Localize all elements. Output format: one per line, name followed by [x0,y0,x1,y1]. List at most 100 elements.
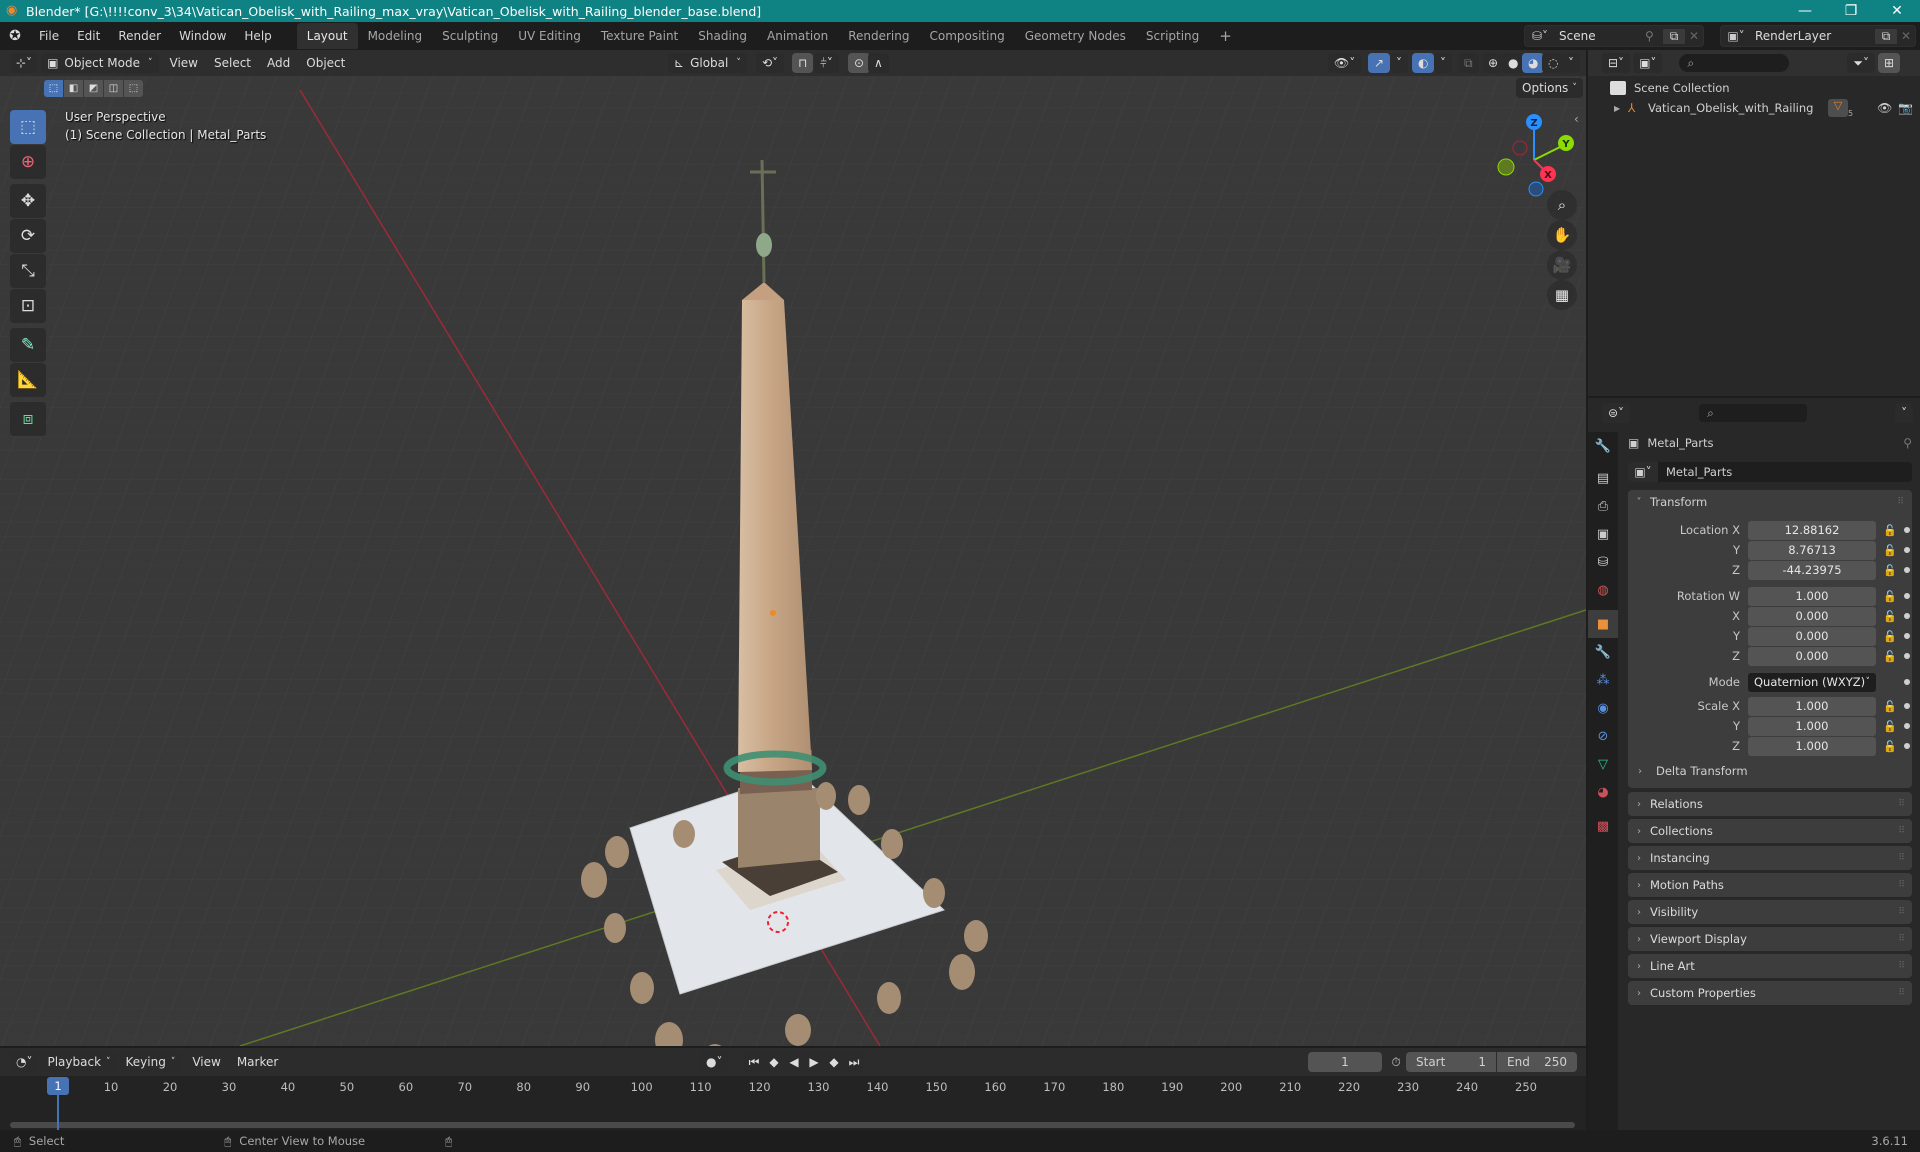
menu-help[interactable]: Help [235,23,280,49]
lock-icon[interactable]: 🔓 [1880,700,1900,713]
rotate-tool[interactable]: ⟳ [10,219,46,253]
tab-texture[interactable]: ▩ [1588,812,1618,840]
minimize-button[interactable]: — [1782,0,1828,22]
visibility-eye-icon[interactable]: 👁 [1877,101,1892,115]
tab-output[interactable]: ⎙ [1588,492,1618,520]
measure-tool[interactable]: 📐 [10,363,46,397]
options-dropdown[interactable]: Options ˅ [1516,78,1583,98]
start-frame-field[interactable]: Start 1 [1406,1052,1496,1072]
scene-name[interactable]: Scene [1555,29,1645,43]
panel-relations[interactable]: › Relations ⠿ [1628,792,1912,816]
outliner[interactable]: ⊟˅ ▣˅ ⌕ ⏷˅ ⊞ Scene Collection ▶ ⅄ Vatica… [1588,50,1920,396]
pan-view-button[interactable]: ✋ [1547,220,1577,250]
panel-collections[interactable]: › Collections ⠿ [1628,819,1912,843]
tab-world[interactable]: ◍ [1588,576,1618,604]
transform-panel-header[interactable]: ˅ Transform ⠿ [1628,490,1912,514]
add-workspace-button[interactable]: + [1209,23,1242,49]
proportional-edit-toggle[interactable]: ⊙ [848,53,871,73]
expand-arrow-icon[interactable]: ▶ [1614,104,1628,113]
lock-icon[interactable]: 🔓 [1880,564,1900,577]
play-button[interactable]: ▶ [804,1055,824,1069]
menu-select[interactable]: Select [206,56,259,70]
panel-custom-properties[interactable]: › Custom Properties ⠿ [1628,981,1912,1005]
display-mode-dropdown[interactable]: ▣˅ [1633,53,1663,73]
object-type-dropdown[interactable]: ▣˅ [1628,462,1658,482]
keyframe-dot-icon[interactable] [1904,527,1910,533]
tab-view-layer[interactable]: ▣ [1588,520,1618,548]
drag-grip-icon[interactable]: ⠿ [1898,907,1905,917]
keyframe-dot-icon[interactable] [1904,743,1910,749]
jump-end-button[interactable]: ⏭ [844,1055,864,1070]
scale-z-field[interactable]: 1.000 [1748,736,1876,756]
rotation-z-field[interactable]: 0.000 [1748,646,1876,666]
drag-grip-icon[interactable]: ⠿ [1898,799,1905,809]
panel-motion-paths[interactable]: › Motion Paths ⠿ [1628,873,1912,897]
select-intersect-icon[interactable]: ⬚ [124,80,143,97]
menu-playback[interactable]: Playback ˅ [41,1052,117,1072]
object-datablock-field[interactable]: ▣˅ Metal_Parts [1628,462,1912,482]
menu-window[interactable]: Window [170,23,235,49]
keyframe-dot-icon[interactable] [1904,723,1910,729]
menu-add[interactable]: Add [259,56,298,70]
pivot-point-dropdown[interactable]: ⟲˅ [756,53,785,73]
playhead-frame-indicator[interactable]: 1 [47,1077,69,1095]
lock-icon[interactable]: 🔓 [1880,524,1900,537]
camera-view-button[interactable]: 🎥 [1547,250,1577,280]
drag-grip-icon[interactable]: ⠿ [1898,826,1905,836]
scale-tool[interactable]: ⤡ [10,254,46,288]
keyframe-dot-icon[interactable] [1904,703,1910,709]
outliner-search-field[interactable]: ⌕ [1679,54,1790,72]
play-reverse-button[interactable]: ◀ [784,1055,804,1069]
transform-tool[interactable]: ⊡ [10,289,46,323]
ortho-toggle-button[interactable]: ▦ [1547,280,1577,310]
snap-target-dropdown[interactable]: ⫩˅ [814,53,839,73]
tab-texture-paint[interactable]: Texture Paint [591,23,688,49]
select-subtract-icon[interactable]: ◩ [84,80,103,97]
render-camera-icon[interactable]: 📷 [1898,101,1913,115]
tab-render[interactable]: ▤ [1588,464,1618,492]
tab-uv-editing[interactable]: UV Editing [508,23,591,49]
properties-editor[interactable]: ⊜˅ ⌕ ˅ ▣ Metal_Parts ⚲ ▣˅ Metal_Parts ˅ … [1588,398,1920,1132]
filter-dropdown[interactable]: ⏷˅ [1847,53,1876,73]
panel-visibility[interactable]: › Visibility ⠿ [1628,900,1912,924]
annotate-tool[interactable]: ✎ [10,328,46,362]
menu-edit[interactable]: Edit [68,23,109,49]
mode-dropdown[interactable]: ▣ Object Mode ˅ [41,53,159,73]
drag-grip-icon[interactable]: ⠿ [1898,853,1905,863]
drag-grip-icon[interactable]: ⠿ [1897,497,1904,507]
jump-start-button[interactable]: ⏮ [744,1055,764,1070]
keyframe-dot-icon[interactable] [1904,653,1910,659]
tab-scripting[interactable]: Scripting [1136,23,1209,49]
select-box-tool[interactable]: ⬚ [10,110,46,144]
tab-rendering[interactable]: Rendering [838,23,919,49]
current-frame-field[interactable]: 1 [1308,1052,1382,1072]
next-keyframe-button[interactable]: ◆ [824,1055,844,1069]
auto-keying-toggle[interactable]: ●˅ [700,1052,729,1072]
location-x-field[interactable]: 12.88162 [1748,520,1876,540]
tab-shading[interactable]: Shading [688,23,757,49]
rotation-y-field[interactable]: 0.000 [1748,626,1876,646]
move-tool[interactable]: ✥ [10,184,46,218]
stopwatch-icon[interactable]: ⏱ [1386,1052,1406,1072]
outliner-scene-collection[interactable]: Scene Collection [1610,78,1730,98]
view-layer-selector[interactable]: ▣˅ RenderLayer ⧉ ✕ [1720,25,1916,47]
outliner-editor-type[interactable]: ⊟˅ [1602,53,1631,73]
new-view-layer-icon[interactable]: ⧉ [1875,28,1897,44]
pin-icon[interactable]: ⚲ [1903,436,1912,450]
lock-icon[interactable]: 🔓 [1880,590,1900,603]
menu-object[interactable]: Object [298,56,353,70]
scale-x-field[interactable]: 1.000 [1748,696,1876,716]
shading-dropdown[interactable]: ˅ [1562,53,1580,73]
select-new-icon[interactable]: ⬚ [44,80,63,97]
tab-object[interactable]: ■ [1588,610,1618,638]
editor-type-button[interactable]: ⊹˅ [10,53,39,73]
lock-icon[interactable]: 🔓 [1880,650,1900,663]
panel-line-art[interactable]: › Line Art ⠿ [1628,954,1912,978]
tab-particles[interactable]: ⁂ [1588,666,1618,694]
lock-icon[interactable]: 🔓 [1880,544,1900,557]
tab-sculpting[interactable]: Sculpting [432,23,508,49]
delete-scene-icon[interactable]: ✕ [1685,29,1703,43]
zoom-view-button[interactable]: ⌕ [1547,190,1577,220]
menu-file[interactable]: File [30,23,68,49]
end-frame-field[interactable]: End 250 [1497,1052,1577,1072]
